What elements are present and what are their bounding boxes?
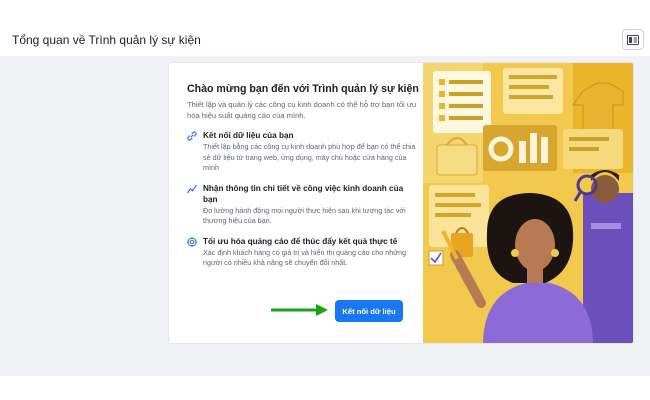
link-icon (187, 131, 197, 141)
page-title: Tổng quan về Trình quản lý sự kiện (12, 33, 201, 47)
welcome-card: Chào mừng bạn đến với Trình quản lý sự k… (168, 62, 634, 344)
welcome-description: Thiết lập và quản lý các công cụ kinh do… (187, 100, 417, 120)
green-arrow-icon (271, 304, 328, 316)
page-header: Tổng quan về Trình quản lý sự kiện (0, 24, 650, 56)
list-panel-illustration (433, 71, 491, 133)
feature-title: Kết nối dữ liệu của bạn (203, 131, 294, 140)
feature-description: Xác định khách hàng có giá trị và hiển t… (203, 247, 407, 268)
feature-connect-data: Kết nối dữ liệu của bạn Thiết lập bằng c… (187, 130, 417, 174)
welcome-illustration (423, 63, 633, 343)
welcome-text-panel: Chào mừng bạn đến với Trình quản lý sự k… (187, 83, 419, 269)
layout-toggle-icon (627, 34, 639, 45)
connect-data-button[interactable]: Kết nối dữ liệu (335, 300, 403, 322)
feature-description: Thiết lập bằng các công cụ kinh doanh ph… (203, 142, 416, 172)
feature-title: Nhận thông tin chi tiết về công việc kin… (203, 183, 404, 204)
feature-optimize: Tối ưu hóa quảng cáo để thúc đẩy kết quả… (187, 236, 417, 269)
feature-description: Đo lường hành động mọi người thực hiện s… (203, 205, 406, 226)
feature-title: Tối ưu hóa quảng cáo để thúc đẩy kết quả… (203, 236, 398, 246)
target-icon (187, 236, 197, 247)
view-toggle-button[interactable] (622, 29, 644, 50)
insights-icon (187, 184, 197, 193)
welcome-title: Chào mừng bạn đến với Trình quản lý sự k… (187, 83, 419, 95)
feature-insights: Nhận thông tin chi tiết về công việc kin… (187, 183, 417, 227)
